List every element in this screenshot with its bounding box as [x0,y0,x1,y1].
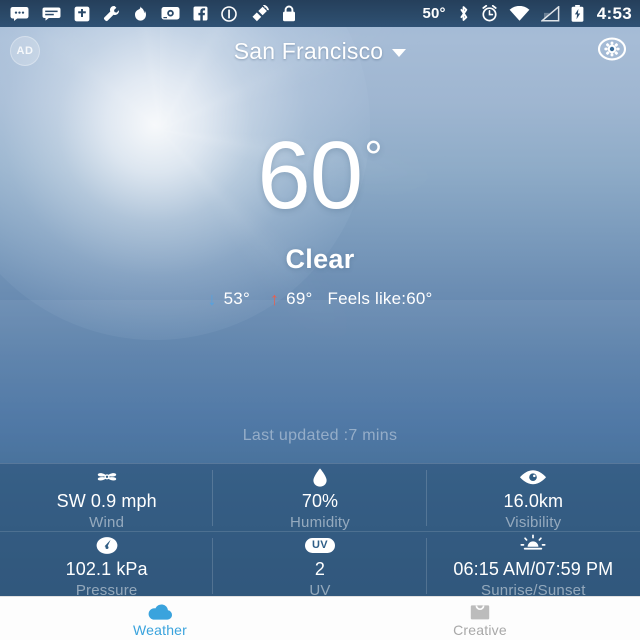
info-icon [221,5,237,22]
city-selector[interactable]: San Francisco [0,38,640,65]
status-bar: 50° 4:53 [0,0,640,27]
page-title: San Francisco [233,37,384,64]
gauge-icon [93,534,121,556]
tab-label: Weather [132,621,188,638]
temperature-value: 60 [257,122,363,229]
arrow-down-icon: ↓ [207,289,217,309]
metric-humidity[interactable]: 70% Humidity [213,464,427,533]
chevron-down-icon [392,49,407,57]
arrow-up-icon: ↑ [269,289,280,309]
metric-label: Visibility [505,513,562,531]
weather-app: 50° 4:53 AD San Francisco 60 ° Clear ↓ 5… [0,0,640,640]
battery-charging-icon [571,5,584,22]
gear-icon [597,35,627,68]
metric-label: Wind [89,513,125,531]
low-temperature: 53° [223,289,250,308]
metric-value: 102.1 kPa [65,559,148,580]
condition-text: Clear [285,244,355,274]
status-bar-left-icons [10,5,422,22]
sunrise-sunset-icon [518,534,548,556]
degree-symbol: ° [364,131,383,183]
metric-value: 70% [301,491,339,511]
bottom-navigation: Weather Creative [0,596,640,640]
signal-icon [540,5,560,22]
wifi-icon [509,5,530,22]
high-low-row: ↓ 53° ↑ 69° Feels like:60° [0,289,640,309]
sms-icon [42,6,61,21]
alarm-icon [481,5,498,22]
metric-value: 16.0km [503,491,564,511]
metric-label: Humidity [290,513,350,531]
gps-satellite-icon [250,5,269,22]
cloud-icon [146,602,174,622]
status-bar-right-icons: 50° 4:53 [422,4,632,24]
current-temperature: 60 ° [257,128,382,224]
facebook-icon [193,6,208,21]
high-temperature: 69° [286,289,313,308]
metric-value: 06:15 AM/07:59 PM [453,559,614,580]
eye-icon [519,466,547,488]
metric-wind[interactable]: SW 0.9 mph Wind [0,464,214,533]
screenshot-icon [161,6,180,21]
metric-value: SW 0.9 mph [56,491,157,511]
last-updated-text: Last updated :7 mins [242,427,398,444]
uv-pill-icon: UV [305,534,335,556]
feels-like-text: Feels like:60° [327,289,433,308]
status-temperature: 50° [422,5,446,22]
firefox-icon [133,5,148,22]
uv-pill-label: UV [305,537,335,553]
metrics-grid: SW 0.9 mph Wind 70% Humidity 16.0km Visi… [0,463,640,600]
metric-pressure[interactable]: 102.1 kPa Pressure [0,532,214,600]
water-drop-icon [310,466,330,488]
status-clock: 4:53 [596,3,632,23]
tab-creative[interactable]: Creative [320,597,640,640]
wind-fan-icon [94,466,120,488]
metric-visibility[interactable]: 16.0km Visibility [426,464,640,533]
bluetooth-icon [457,5,470,22]
current-weather: 60 ° Clear ↓ 53° ↑ 69° Feels like:60° [0,128,640,309]
tab-weather[interactable]: Weather [0,597,320,640]
settings-button[interactable] [597,35,627,68]
lock-icon [282,5,296,22]
messages-icon [10,6,29,21]
app-header: AD San Francisco [0,27,640,75]
shopping-bag-icon [469,602,491,622]
download-icon [74,6,90,22]
metric-sunrise-sunset[interactable]: 06:15 AM/07:59 PM Sunrise/Sunset [427,532,640,600]
tab-label: Creative [453,621,507,638]
metric-uv[interactable]: UV 2 UV [213,532,427,600]
wrench-icon [103,5,120,22]
metric-value: 2 [314,559,326,580]
